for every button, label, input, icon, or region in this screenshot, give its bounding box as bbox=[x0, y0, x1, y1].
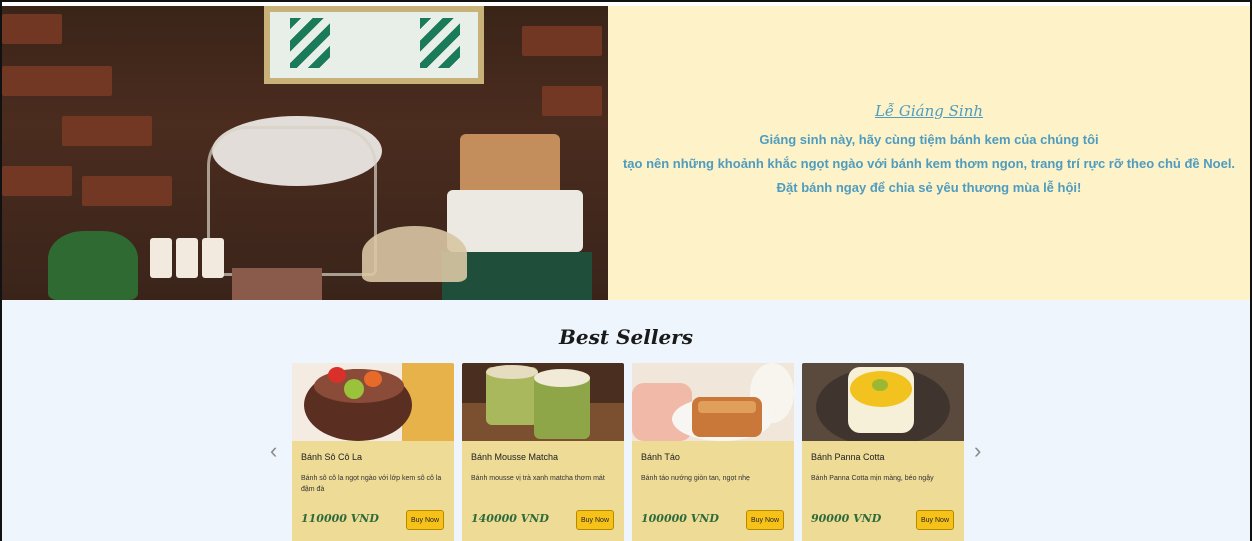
decorative-window bbox=[264, 6, 484, 84]
chocolate-cake-image bbox=[292, 363, 454, 441]
product-description: Bánh sô cô la ngọt ngào với lớp kem sô c… bbox=[301, 475, 442, 493]
hero-title: Lễ Giáng Sinh bbox=[874, 102, 984, 120]
product-name: Bánh Táo bbox=[641, 452, 680, 462]
hero-line-3: Đặt bánh ngay để chia sẻ yêu thương mùa … bbox=[776, 180, 1082, 195]
product-card[interactable]: Bánh Sô Cô La Bánh sô cô la ngọt ngào vớ… bbox=[292, 363, 454, 541]
product-price: 110000 VND bbox=[301, 512, 379, 525]
hero-text-panel: Lễ Giáng Sinh Giáng sinh này, hãy cùng t… bbox=[608, 6, 1250, 300]
product-price: 140000 VND bbox=[471, 512, 549, 525]
hero-line-1: Giáng sinh này, hãy cùng tiệm bánh kem c… bbox=[759, 132, 1099, 147]
buy-now-button[interactable]: Buy Now bbox=[406, 510, 444, 530]
product-description: Bánh mousse vị trà xanh matcha thơm mát bbox=[471, 475, 605, 482]
panna-cotta-image bbox=[802, 363, 964, 441]
matcha-mousse-image bbox=[462, 363, 624, 441]
page-frame: Lễ Giáng Sinh Giáng sinh này, hãy cùng t… bbox=[0, 0, 1252, 541]
product-card[interactable]: Bánh Mousse Matcha Bánh mousse vị trà xa… bbox=[462, 363, 624, 541]
product-description: Bánh Panna Cotta mịn màng, béo ngậy bbox=[811, 475, 934, 482]
product-description: Bánh táo nướng giòn tan, ngọt nhẹ bbox=[641, 475, 750, 482]
buy-now-button[interactable]: Buy Now bbox=[916, 510, 954, 530]
white-cake bbox=[447, 190, 583, 252]
section-title: Best Sellers bbox=[559, 325, 693, 349]
product-name: Bánh Mousse Matcha bbox=[471, 452, 559, 462]
product-name: Bánh Sô Cô La bbox=[301, 452, 363, 462]
carousel-prev-arrow-icon[interactable]: ‹ bbox=[270, 440, 277, 462]
product-price: 90000 VND bbox=[811, 512, 882, 525]
christmas-cake-photo bbox=[2, 6, 608, 300]
product-card[interactable]: Bánh Panna Cotta Bánh Panna Cotta mịn mà… bbox=[802, 363, 964, 541]
crown-cake-topper bbox=[460, 134, 560, 194]
buy-now-button[interactable]: Buy Now bbox=[576, 510, 614, 530]
best-sellers-section: Best Sellers ‹ › Bánh Sô Cô La Bánh sô c… bbox=[2, 300, 1250, 541]
apple-pie-image bbox=[632, 363, 794, 441]
hero-banner: Lễ Giáng Sinh Giáng sinh này, hãy cùng t… bbox=[2, 6, 1250, 300]
product-card[interactable]: Bánh Táo Bánh táo nướng giòn tan, ngọt n… bbox=[632, 363, 794, 541]
christmas-tree-decoration bbox=[48, 231, 138, 300]
hero-line-2: tạo nên những khoảnh khắc ngọt ngào với … bbox=[622, 156, 1236, 171]
product-name: Bánh Panna Cotta bbox=[811, 452, 885, 462]
buy-now-button[interactable]: Buy Now bbox=[746, 510, 784, 530]
carousel-next-arrow-icon[interactable]: › bbox=[974, 440, 981, 462]
product-price: 100000 VND bbox=[641, 512, 719, 525]
